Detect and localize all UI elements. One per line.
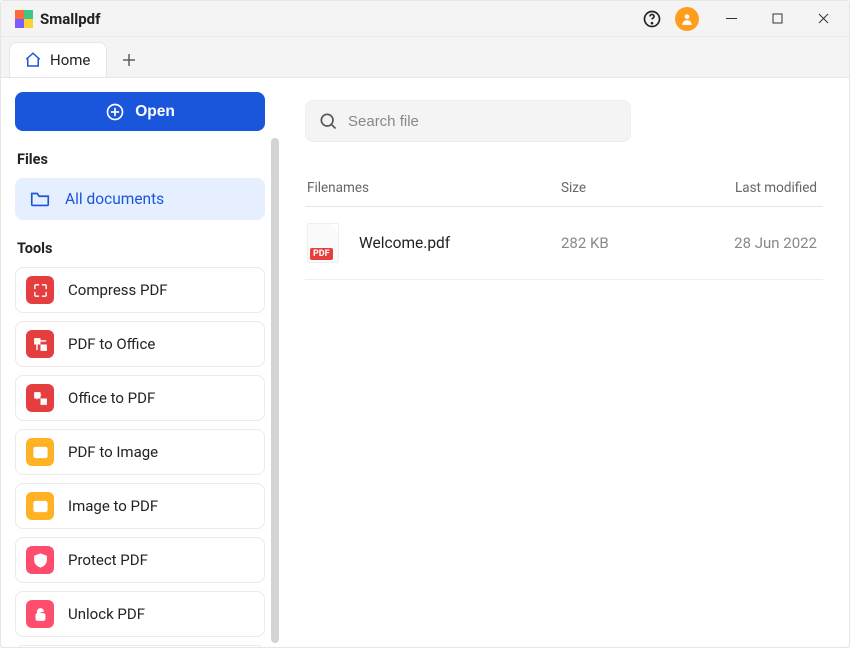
folder-icon	[29, 188, 51, 210]
pdf-file-icon: PDF	[307, 223, 339, 263]
shield-icon	[26, 546, 54, 574]
tool-image-to-pdf[interactable]: Image to PDF	[15, 483, 265, 529]
tool-label: PDF to Office	[68, 335, 155, 353]
tool-label: Protect PDF	[68, 551, 148, 569]
file-cell: PDF Welcome.pdf	[307, 223, 561, 263]
search-input[interactable]	[348, 113, 618, 130]
file-size: 282 KB	[561, 234, 681, 252]
table-row[interactable]: PDF Welcome.pdf 282 KB 28 Jun 2022	[305, 207, 823, 280]
search-box[interactable]	[305, 100, 631, 142]
close-icon	[818, 13, 829, 24]
file-table: Filenames Size Last modified PDF Welcome…	[305, 170, 823, 280]
app-title: Smallpdf	[40, 10, 100, 28]
home-icon	[24, 51, 42, 69]
file-modified: 28 Jun 2022	[681, 234, 821, 252]
files-section-label: Files	[15, 151, 265, 168]
tool-pdf-to-image[interactable]: PDF to Image	[15, 429, 265, 475]
logo-block: Smallpdf	[15, 10, 100, 28]
pdf-to-office-icon	[26, 330, 54, 358]
sidebar-scrollbar[interactable]	[271, 138, 279, 643]
sidebar: Open Files All documents Tools Compress …	[1, 78, 279, 647]
maximize-button[interactable]	[755, 4, 799, 34]
minimize-icon	[726, 13, 737, 24]
main-content: Filenames Size Last modified PDF Welcome…	[279, 78, 849, 647]
help-icon	[642, 9, 662, 29]
col-size: Size	[561, 180, 681, 196]
tools-list: Compress PDF PDF to Office Office to PDF	[15, 267, 265, 647]
sidebar-item-all-documents[interactable]: All documents	[15, 178, 265, 220]
tab-home[interactable]: Home	[9, 42, 107, 77]
tool-label: Compress PDF	[68, 281, 168, 299]
tool-merge-pdf[interactable]: Merge PDF	[15, 645, 265, 647]
tool-compress-pdf[interactable]: Compress PDF	[15, 267, 265, 313]
col-filenames: Filenames	[307, 180, 561, 196]
app-window: Smallpdf	[0, 0, 850, 648]
app-logo-icon	[15, 10, 33, 28]
file-name: Welcome.pdf	[359, 234, 450, 252]
tool-label: Unlock PDF	[68, 605, 145, 623]
open-label: Open	[135, 103, 175, 121]
table-header: Filenames Size Last modified	[305, 170, 823, 207]
search-icon	[318, 111, 338, 131]
compress-icon	[26, 276, 54, 304]
pdf-to-image-icon	[26, 438, 54, 466]
tool-unlock-pdf[interactable]: Unlock PDF	[15, 591, 265, 637]
tool-label: PDF to Image	[68, 443, 158, 461]
image-to-pdf-icon	[26, 492, 54, 520]
new-tab-button[interactable]	[111, 43, 147, 77]
col-modified: Last modified	[681, 180, 821, 196]
person-icon	[680, 12, 694, 26]
tabbar: Home	[1, 37, 849, 77]
tool-label: Image to PDF	[68, 497, 158, 515]
office-to-pdf-icon	[26, 384, 54, 412]
open-button[interactable]: Open	[15, 92, 265, 131]
plus-icon	[122, 53, 136, 67]
close-button[interactable]	[801, 4, 845, 34]
minimize-button[interactable]	[709, 4, 753, 34]
account-avatar[interactable]	[675, 7, 699, 31]
titlebar: Smallpdf	[1, 1, 849, 37]
plus-circle-icon	[105, 102, 125, 122]
maximize-icon	[772, 13, 783, 24]
tool-pdf-to-office[interactable]: PDF to Office	[15, 321, 265, 367]
tool-label: Office to PDF	[68, 389, 155, 407]
sidebar-item-label: All documents	[65, 190, 164, 208]
tool-office-to-pdf[interactable]: Office to PDF	[15, 375, 265, 421]
tool-protect-pdf[interactable]: Protect PDF	[15, 537, 265, 583]
pdf-badge: PDF	[310, 248, 333, 260]
unlock-icon	[26, 600, 54, 628]
help-button[interactable]	[637, 4, 667, 34]
tools-section-label: Tools	[15, 240, 265, 257]
tab-label: Home	[50, 51, 90, 69]
